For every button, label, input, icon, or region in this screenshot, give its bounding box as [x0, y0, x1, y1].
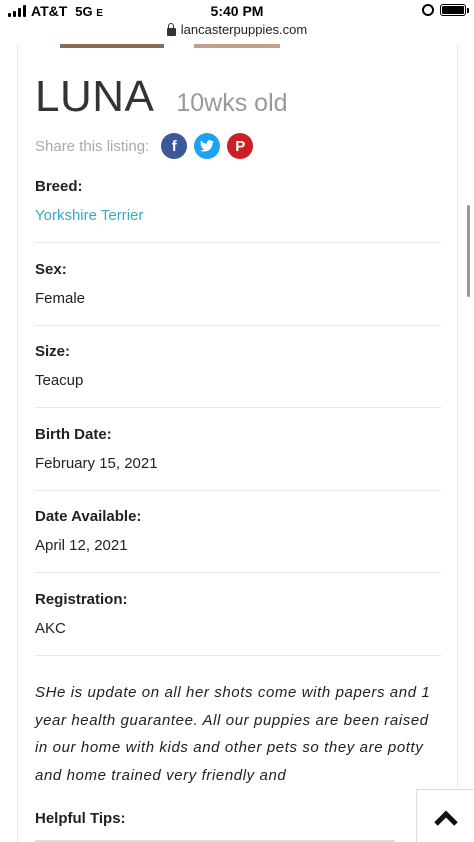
field-sex: Sex: Female [35, 261, 441, 307]
pinterest-share-button[interactable]: P [227, 133, 254, 159]
field-label: Registration: [35, 591, 128, 608]
twitter-icon [200, 140, 215, 152]
field-label: Breed: [35, 178, 83, 195]
url-bar[interactable]: lancasterpuppies.com [0, 22, 474, 44]
divider [35, 242, 441, 243]
battery-fill [442, 6, 464, 14]
divider [35, 407, 441, 408]
status-bar: AT&T 5G E 5:40 PM [0, 0, 474, 22]
field-birth-date: Birth Date: February 15, 2021 [35, 426, 441, 472]
field-label: Birth Date: [35, 426, 112, 443]
status-right [422, 4, 469, 16]
share-label: Share this listing: [35, 137, 150, 155]
field-label: Size: [35, 343, 71, 360]
divider [35, 572, 441, 573]
puppy-name: LUNA [35, 72, 155, 121]
back-to-top-button[interactable] [416, 789, 474, 842]
url-text[interactable]: lancasterpuppies.com [181, 22, 307, 37]
facebook-share-button[interactable]: f [161, 133, 188, 159]
helpful-tips-heading: Helpful Tips: [35, 810, 126, 827]
field-value: February 15, 2021 [35, 455, 158, 472]
listing-card: LUNA 10wks old Share this listing: f P B… [17, 44, 458, 842]
breed-link[interactable]: Yorkshire Terrier [35, 207, 441, 224]
chevron-up-icon [433, 809, 458, 826]
puppy-age: 10wks old [176, 89, 288, 117]
alarm-icon [422, 4, 434, 16]
field-date-available: Date Available: April 12, 2021 [35, 508, 441, 554]
field-size: Size: Teacup [35, 343, 441, 389]
field-registration: Registration: AKC [35, 591, 441, 637]
puppy-description: SHe is update on all her shots come with… [35, 684, 431, 784]
battery-icon [440, 4, 469, 16]
divider [35, 490, 441, 491]
puppy-photo-2[interactable] [194, 44, 280, 48]
divider [35, 655, 441, 656]
field-label: Sex: [35, 261, 67, 278]
field-value: Female [35, 290, 86, 307]
pinterest-icon: P [235, 137, 246, 155]
field-label: Date Available: [35, 508, 142, 525]
field-breed: Breed: Yorkshire Terrier [35, 178, 441, 224]
lock-icon [166, 22, 176, 36]
facebook-icon: f [171, 137, 177, 155]
twitter-share-button[interactable] [194, 133, 221, 159]
field-value: AKC [35, 620, 66, 637]
field-value: Teacup [35, 372, 84, 389]
divider [35, 325, 441, 326]
name-row: LUNA 10wks old [35, 72, 288, 122]
status-time: 5:40 PM [210, 3, 264, 19]
field-value: April 12, 2021 [35, 537, 128, 554]
puppy-photo-1[interactable] [60, 44, 164, 48]
share-row: Share this listing: f P [35, 133, 260, 159]
scrollbar[interactable] [467, 205, 470, 297]
